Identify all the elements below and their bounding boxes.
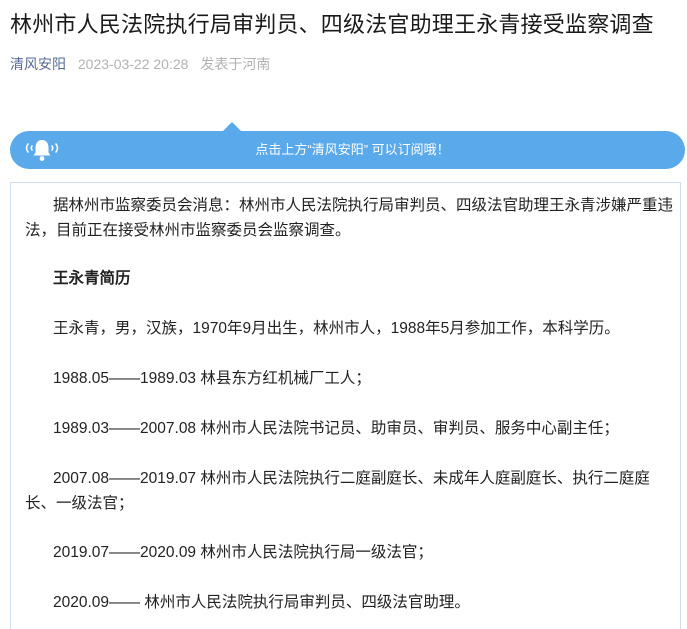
section-heading-resume: 王永青简历 [53,270,131,287]
paragraph-profile: 王永青，男，汉族，1970年9月出生，林州市人，1988年5月参加工作，本科学历… [53,320,620,337]
resume-entry-4: 2019.07——2020.09 林州市人民法院执行局一级法官； [53,544,433,561]
resume-entry-3: 2007.08——2019.07 林州市人民法院执行二庭副庭长、未成年人庭副庭长… [25,470,650,512]
article-content: 据林州市监察委员会消息：林州市人民法院执行局审判员、四级法官助理王永青涉嫌严重违… [10,182,681,629]
publish-date: 2023-03-22 20:28 [77,56,189,72]
subscribe-banner[interactable]: 点击上方“清风安阳” 可以订阅哦！ [10,122,685,169]
article-title: 林州市人民法院执行局审判员、四级法官助理王永青接受监察调查 [10,12,654,37]
article-page: 林州市人民法院执行局审判员、四级法官助理王永青接受监察调查 清风安阳 2023-… [0,0,687,629]
resume-entry-5: 2020.09—— 林州市人民法院执行局审判员、四级法官助理。 [53,594,470,611]
resume-entry-2: 1989.03——2007.08 林州市人民法院书记员、助审员、审判员、服务中心… [53,420,619,437]
paragraph-intro: 据林州市监察委员会消息：林州市人民法院执行局审判员、四级法官助理王永青涉嫌严重违… [25,197,674,239]
account-name-link[interactable]: 清风安阳 [10,56,66,72]
publish-location: 发表于河南 [200,56,271,72]
subscribe-banner-text[interactable]: 点击上方“清风安阳” 可以订阅哦！ [10,131,685,169]
resume-entry-1: 1988.05——1989.03 林县东方红机械厂工人； [53,370,371,387]
article-meta: 清风安阳 2023-03-22 20:28 发表于河南 [10,54,270,74]
